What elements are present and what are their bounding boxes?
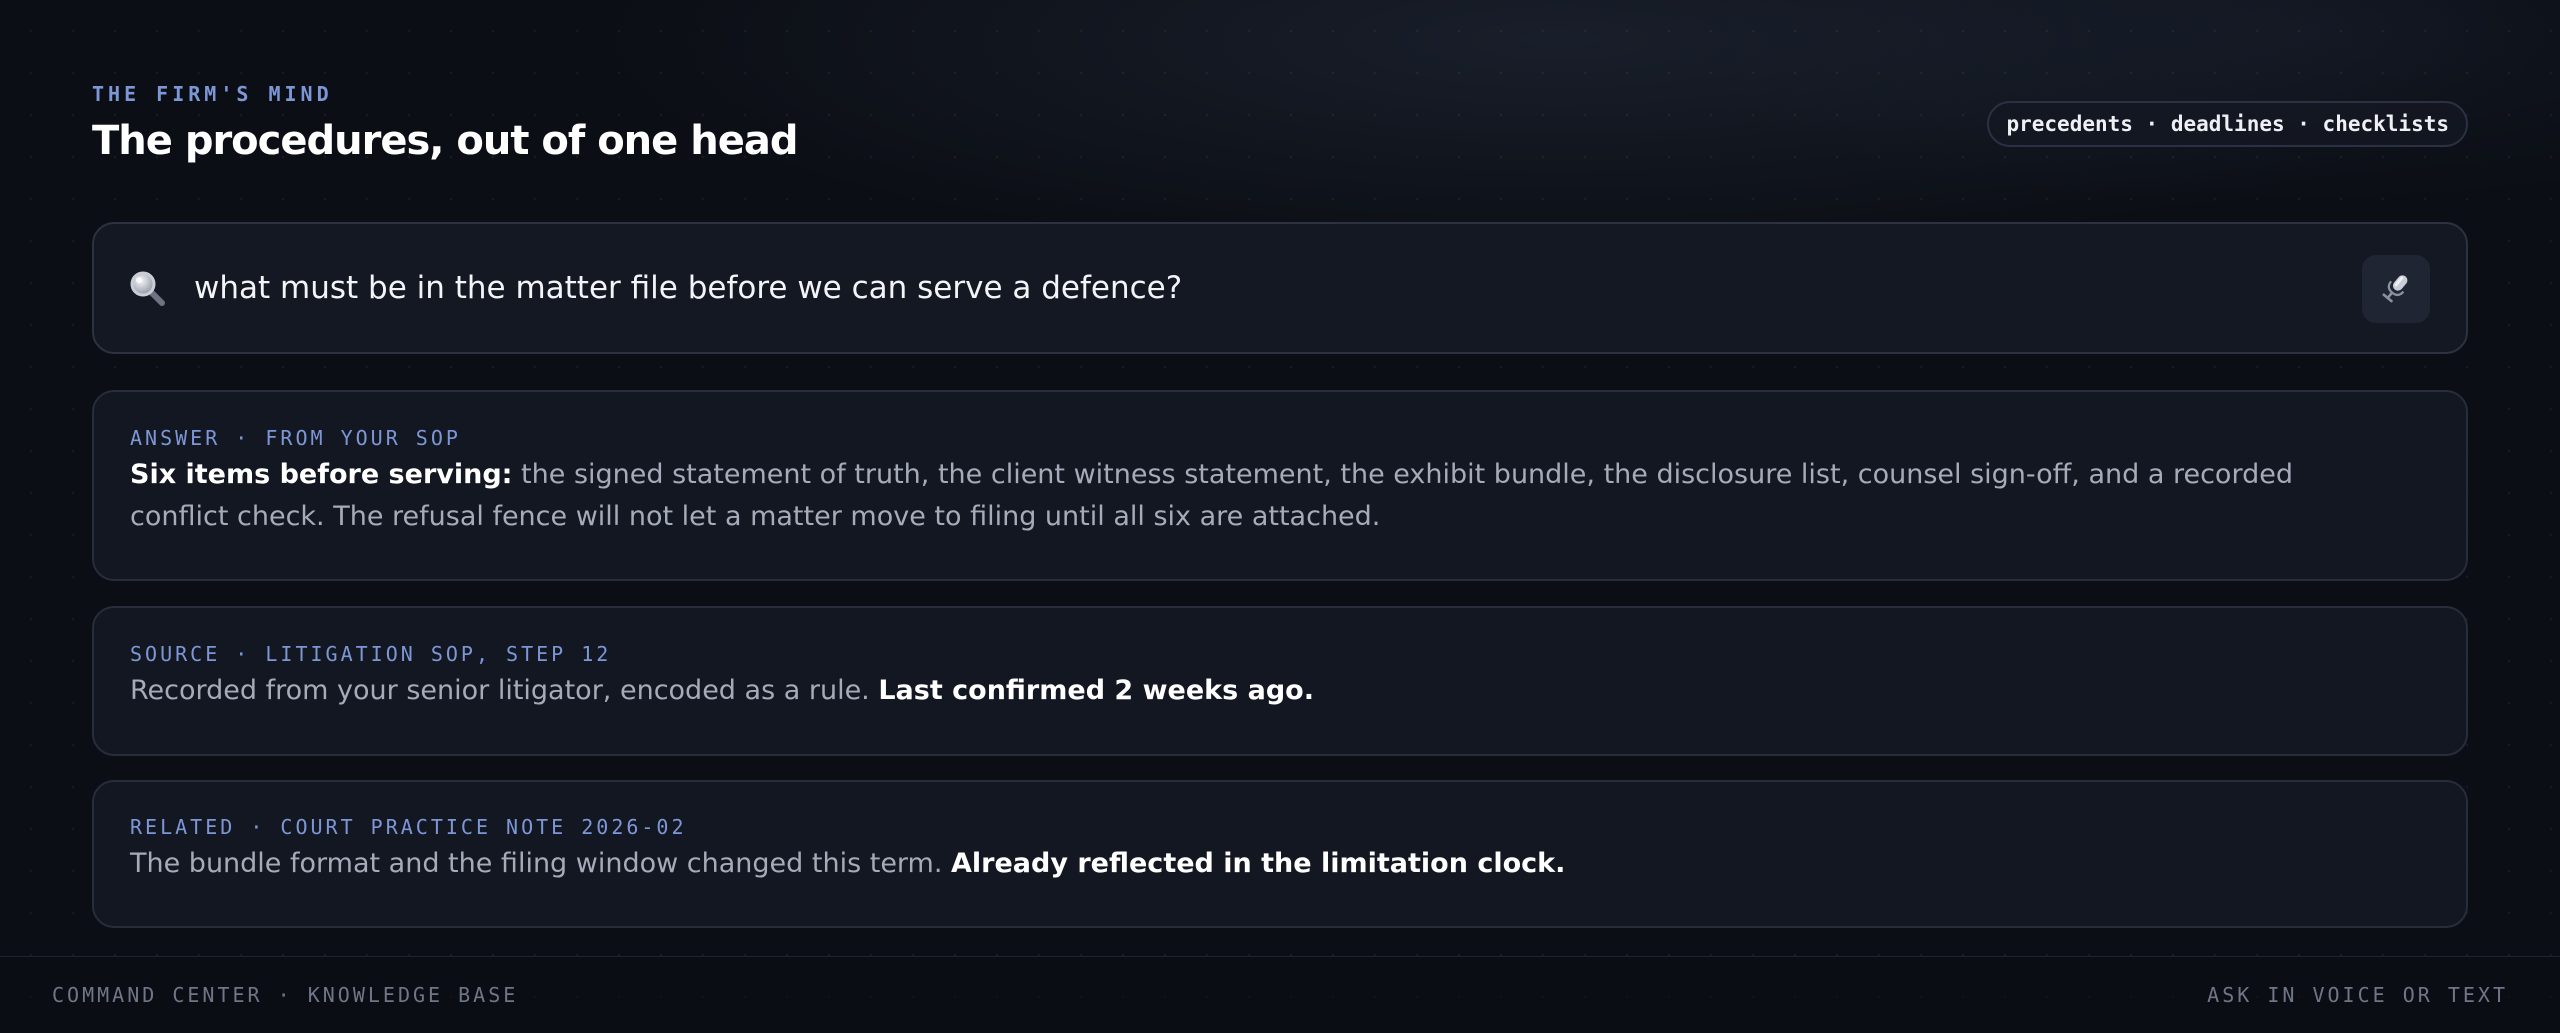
section-eyebrow: THE FIRM'S MIND [92, 82, 333, 106]
answer-label: ANSWER · FROM YOUR SOP [130, 426, 461, 450]
source-card: SOURCE · LITIGATION SOP, STEP 12 Recorde… [92, 606, 2468, 756]
related-label: RELATED · COURT PRACTICE NOTE 2026-02 [130, 815, 687, 839]
source-text: Recorded from your senior litigator, enc… [130, 670, 2356, 712]
related-card: RELATED · COURT PRACTICE NOTE 2026-02 Th… [92, 780, 2468, 928]
answer-lead: Six items before serving: [130, 459, 513, 490]
source-detail: Recorded from your senior litigator, enc… [130, 675, 879, 706]
related-detail: The bundle format and the filing window … [130, 848, 952, 879]
status-footer: COMMAND CENTER · KNOWLEDGE BASE ASK IN V… [0, 956, 2560, 1033]
related-text: The bundle format and the filing window … [130, 843, 2356, 885]
voice-input-button[interactable] [2362, 255, 2430, 323]
footer-breadcrumb: COMMAND CENTER · KNOWLEDGE BASE [52, 983, 519, 1007]
source-emphasis: Last confirmed 2 weeks ago. [878, 675, 1314, 706]
search-icon [128, 269, 168, 309]
answer-text: Six items before serving: the signed sta… [130, 454, 2356, 538]
search-input[interactable] [194, 260, 2344, 316]
answer-card: ANSWER · FROM YOUR SOP Six items before … [92, 390, 2468, 581]
source-label: SOURCE · LITIGATION SOP, STEP 12 [130, 642, 612, 666]
topic-tags-badge: precedents · deadlines · checklists [1987, 101, 2468, 147]
page-title: The procedures, out of one head [92, 118, 798, 164]
microphone-icon [2378, 270, 2414, 309]
search-bar [92, 222, 2468, 354]
footer-hint: ASK IN VOICE OR TEXT [2207, 983, 2508, 1007]
related-emphasis: Already reflected in the limitation cloc… [951, 848, 1566, 879]
